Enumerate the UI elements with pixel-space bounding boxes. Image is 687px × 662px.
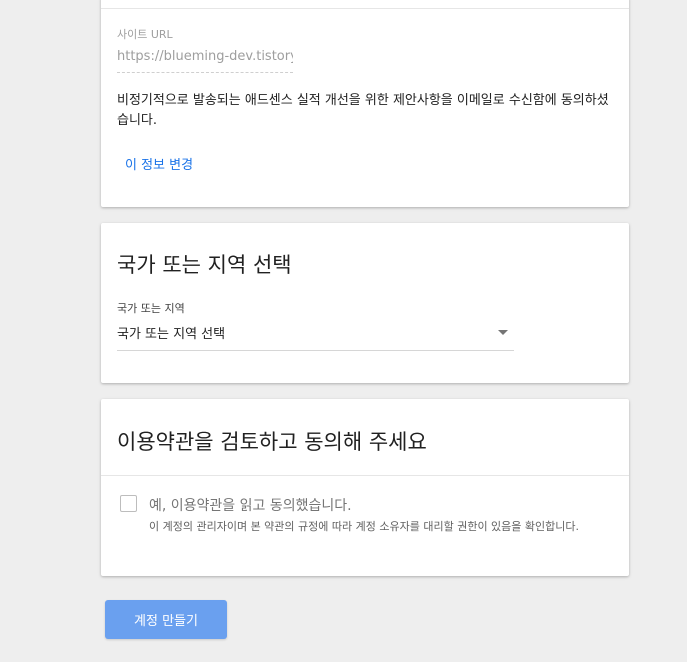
terms-card-title: 이용약관을 검토하고 동의해 주세요 (117, 430, 427, 454)
terms-agree-checkbox[interactable] (120, 495, 137, 512)
region-card: 국가 또는 지역 선택 국가 또는 지역 국가 또는 지역 선택 (101, 223, 629, 383)
region-selected-value: 국가 또는 지역 선택 (117, 327, 226, 342)
region-card-title: 국가 또는 지역 선택 (117, 253, 292, 277)
region-field-label: 국가 또는 지역 (117, 302, 185, 315)
terms-authority-note: 이 계정의 관리자이며 본 약관의 규정에 따라 계정 소유자를 대리할 권한이… (149, 520, 580, 533)
site-url-field: https://blueming-dev.tistory.com (117, 46, 293, 73)
divider (101, 8, 629, 9)
email-consent-text: 비정기적으로 발송되는 애드센스 실적 개선을 위한 제안사항을 이메일로 수신… (117, 93, 609, 128)
dropdown-arrow-icon (498, 330, 508, 335)
region-select[interactable]: 국가 또는 지역 선택 (117, 320, 514, 351)
terms-agree-label[interactable]: 예, 이용약관을 읽고 동의했습니다. (149, 495, 352, 515)
terms-card: 이용약관을 검토하고 동의해 주세요 예, 이용약관을 읽고 동의했습니다. 이… (101, 399, 629, 576)
account-info-card: 사이트 URL https://blueming-dev.tistory.com… (101, 0, 629, 207)
change-info-link[interactable]: 이 정보 변경 (125, 154, 193, 173)
create-account-button[interactable]: 계정 만들기 (105, 600, 227, 639)
divider (101, 475, 629, 476)
site-url-label: 사이트 URL (117, 28, 173, 41)
